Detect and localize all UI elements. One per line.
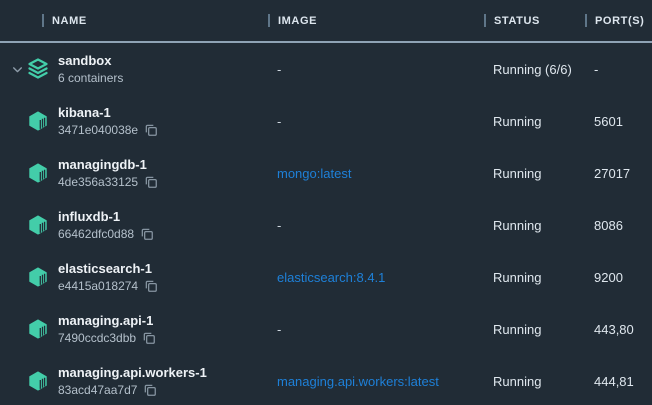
container-image: - (268, 62, 484, 77)
container-name[interactable]: managing.api-1 (58, 313, 156, 328)
name-cell: managing.api-1 7490ccdc3dbb (0, 313, 268, 345)
copy-icon[interactable] (144, 123, 158, 137)
container-subtext: e4415a018274 (58, 279, 138, 293)
container-subtext: 7490ccdc3dbb (58, 331, 136, 345)
name-text-block: kibana-1 3471e040038e (58, 105, 158, 137)
container-image[interactable]: managing.api.workers:latest (268, 374, 484, 389)
name-cell: managing.api.workers-1 83acd47aa7d7 (0, 365, 268, 397)
container-status: Running (484, 374, 585, 389)
container-status: Running (484, 270, 585, 285)
container-cube-icon (26, 265, 50, 289)
container-image: - (268, 218, 484, 233)
column-divider (585, 14, 587, 27)
container-status: Running (484, 322, 585, 337)
table-row[interactable]: managingdb-1 4de356a33125 mongo:latest R… (0, 147, 652, 199)
name-cell: influxdb-1 66462dfc0d88 (0, 209, 268, 241)
name-text-block: elasticsearch-1 e4415a018274 (58, 261, 158, 293)
table-row[interactable]: influxdb-1 66462dfc0d88 - Running 8086 (0, 199, 652, 251)
column-header-label: STATUS (494, 15, 540, 27)
container-ports: 27017 (585, 166, 652, 181)
copy-icon[interactable] (143, 383, 157, 397)
container-cube-icon (26, 369, 50, 393)
container-subtext: 6 containers (58, 71, 123, 85)
container-table-body: sandbox 6 containers - Running (6/6) - (0, 43, 652, 405)
container-ports: 8086 (585, 218, 652, 233)
name-text-block: managing.api-1 7490ccdc3dbb (58, 313, 156, 345)
container-cube-icon (26, 213, 50, 237)
column-header-name[interactable]: NAME (0, 0, 268, 41)
column-header-label: PORT(S) (595, 15, 644, 27)
container-status: Running (484, 114, 585, 129)
table-row[interactable]: managing.api.workers-1 83acd47aa7d7 mana… (0, 355, 652, 405)
container-ports: 9200 (585, 270, 652, 285)
name-text-block: influxdb-1 66462dfc0d88 (58, 209, 154, 241)
copy-icon[interactable] (144, 175, 158, 189)
column-header-label: NAME (52, 15, 87, 27)
container-name[interactable]: influxdb-1 (58, 209, 154, 224)
chevron-down-icon[interactable] (10, 62, 24, 76)
table-header-row: NAME IMAGE STATUS PORT(S) (0, 0, 652, 43)
container-image[interactable]: mongo:latest (268, 166, 484, 181)
container-image: - (268, 114, 484, 129)
table-row[interactable]: elasticsearch-1 e4415a018274 elasticsear… (0, 251, 652, 303)
container-cube-icon (26, 161, 50, 185)
table-row[interactable]: managing.api-1 7490ccdc3dbb - Running 44… (0, 303, 652, 355)
name-text-block: sandbox 6 containers (58, 53, 123, 85)
table-row[interactable]: kibana-1 3471e040038e - Running 5601 (0, 95, 652, 147)
column-header-label: IMAGE (278, 15, 317, 27)
container-subtext: 3471e040038e (58, 123, 138, 137)
container-ports: 5601 (585, 114, 652, 129)
container-ports: - (585, 62, 652, 77)
table-row[interactable]: sandbox 6 containers - Running (6/6) - (0, 43, 652, 95)
container-image: - (268, 322, 484, 337)
layers-stack-icon (26, 57, 50, 81)
column-header-image[interactable]: IMAGE (268, 0, 484, 41)
container-subtext: 83acd47aa7d7 (58, 383, 137, 397)
container-status: Running (484, 218, 585, 233)
name-cell: elasticsearch-1 e4415a018274 (0, 261, 268, 293)
name-cell: managingdb-1 4de356a33125 (0, 157, 268, 189)
containers-table: NAME IMAGE STATUS PORT(S) (0, 0, 652, 405)
container-cube-icon (26, 109, 50, 133)
container-subtext: 4de356a33125 (58, 175, 138, 189)
name-text-block: managingdb-1 4de356a33125 (58, 157, 158, 189)
container-name[interactable]: kibana-1 (58, 105, 158, 120)
column-divider (268, 14, 270, 27)
name-cell: sandbox 6 containers (0, 53, 268, 85)
container-status: Running (6/6) (484, 62, 585, 77)
copy-icon[interactable] (142, 331, 156, 345)
copy-icon[interactable] (140, 227, 154, 241)
container-name[interactable]: managingdb-1 (58, 157, 158, 172)
column-header-status[interactable]: STATUS (484, 0, 585, 41)
container-status: Running (484, 166, 585, 181)
name-text-block: managing.api.workers-1 83acd47aa7d7 (58, 365, 207, 397)
column-divider (484, 14, 486, 27)
container-subtext: 66462dfc0d88 (58, 227, 134, 241)
name-cell: kibana-1 3471e040038e (0, 105, 268, 137)
container-name[interactable]: managing.api.workers-1 (58, 365, 207, 380)
container-ports: 443,80 (585, 322, 652, 337)
column-header-ports[interactable]: PORT(S) (585, 0, 652, 41)
container-name[interactable]: sandbox (58, 53, 123, 68)
column-divider (42, 14, 44, 27)
container-cube-icon (26, 317, 50, 341)
container-image[interactable]: elasticsearch:8.4.1 (268, 270, 484, 285)
container-ports: 444,81 (585, 374, 652, 389)
copy-icon[interactable] (144, 279, 158, 293)
container-name[interactable]: elasticsearch-1 (58, 261, 158, 276)
